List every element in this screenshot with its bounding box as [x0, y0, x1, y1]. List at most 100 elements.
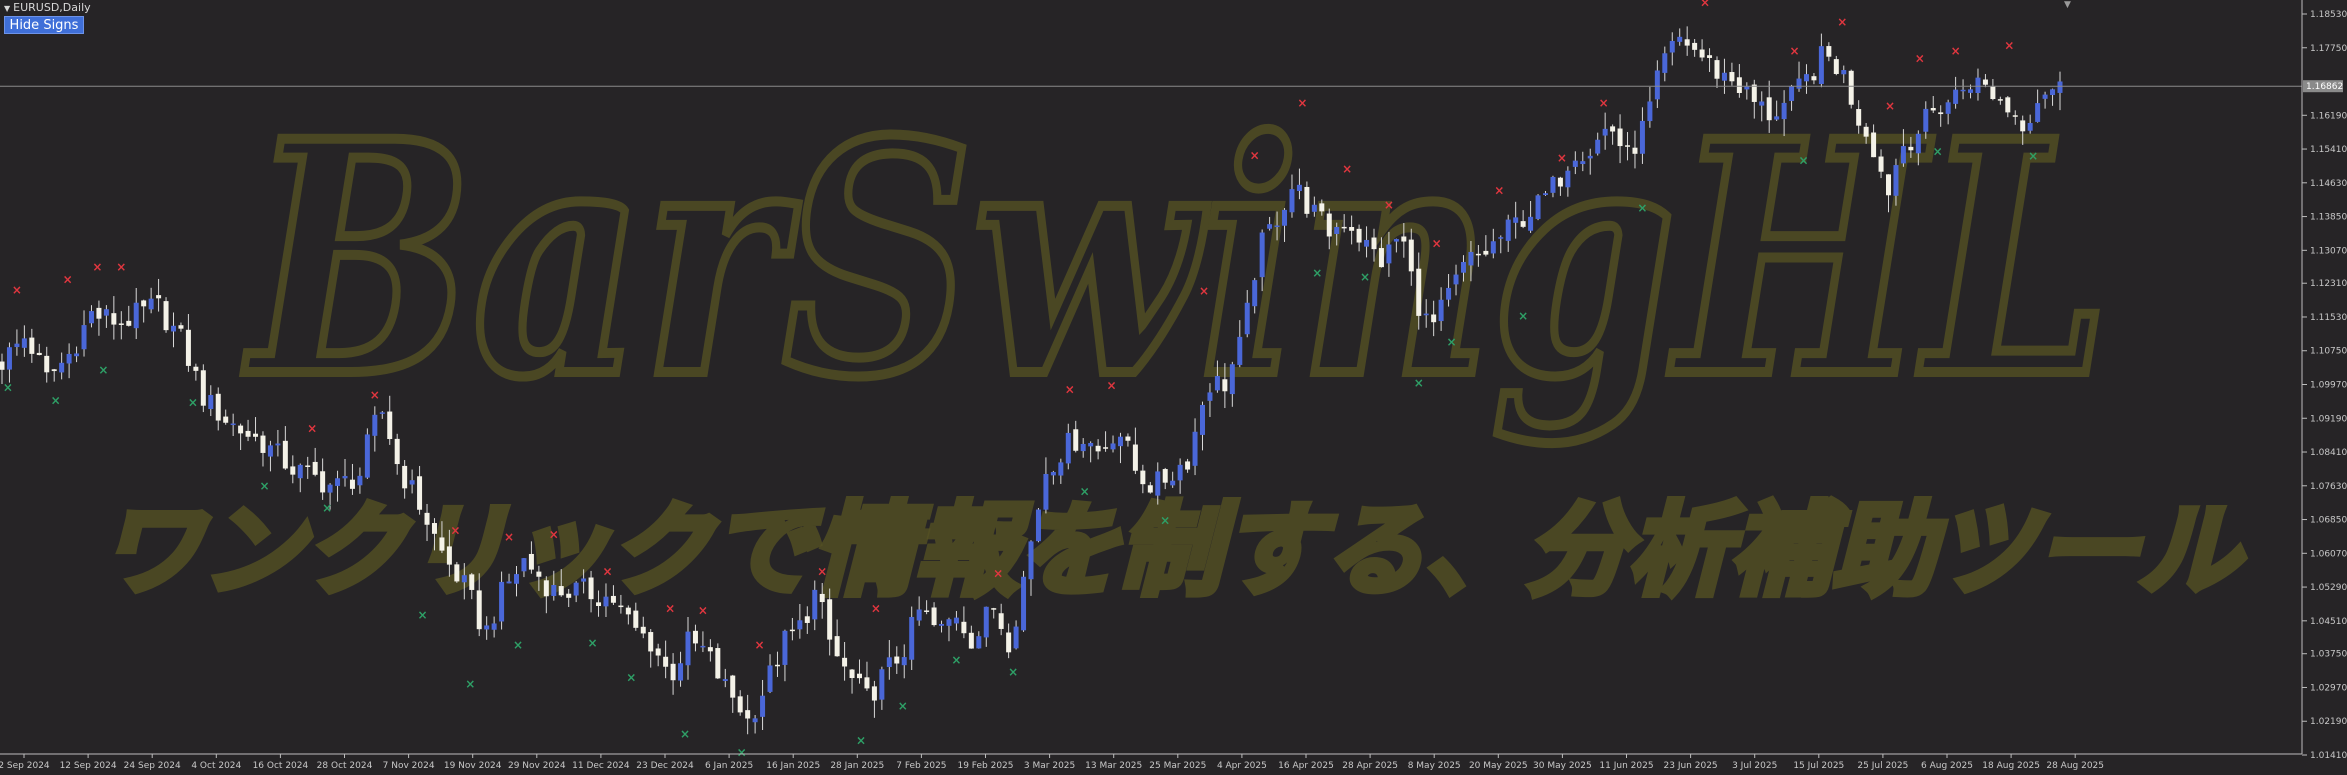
bull-candle [1923, 108, 1929, 132]
bull-candle [1662, 53, 1668, 73]
bear-candle [387, 411, 393, 440]
bear-candle [1222, 379, 1228, 392]
bull-candle [1446, 287, 1452, 300]
bear-candle [1714, 60, 1720, 79]
bear-candle [193, 366, 199, 371]
swing-low-mark: × [588, 636, 598, 650]
bull-candle [506, 581, 512, 584]
y-tick-label: 1.18530 [2310, 10, 2347, 20]
bear-candle [51, 369, 57, 372]
bear-candle [1073, 429, 1079, 451]
swing-low-mark: × [1360, 270, 1370, 284]
y-tick-label: 1.09970 [2310, 381, 2347, 391]
y-tick-label: 1.06070 [2310, 549, 2347, 559]
bear-candle [1557, 177, 1563, 187]
bull-candle [1282, 209, 1288, 226]
y-tick-label: 1.17750 [2310, 44, 2347, 54]
bull-candle [1453, 274, 1459, 285]
symbol-title: ▼ EURUSD,Daily [4, 1, 91, 14]
bull-candle [1468, 251, 1474, 266]
bull-candle [1244, 302, 1250, 335]
swing-high-mark: × [370, 388, 380, 402]
y-tick-label: 1.08410 [2310, 448, 2347, 458]
bull-candle [1252, 280, 1258, 307]
swing-high-mark: × [63, 272, 73, 286]
bull-candle [1170, 480, 1176, 486]
bull-candle [551, 585, 557, 596]
bear-candle [633, 610, 639, 628]
bull-candle [297, 464, 303, 479]
swing-high-mark: × [1432, 236, 1442, 250]
bear-candle [111, 313, 117, 325]
bear-candle [1908, 146, 1914, 151]
bear-candle [834, 636, 840, 657]
bear-candle [819, 593, 825, 603]
bear-candle [789, 629, 795, 632]
bear-candle [0, 361, 5, 370]
bear-candle [36, 352, 42, 356]
bear-candle [1766, 97, 1772, 121]
bear-candle [1304, 186, 1310, 214]
bull-candle [1960, 89, 1966, 92]
bull-candle [700, 645, 706, 648]
y-tick-label: 1.02190 [2310, 717, 2347, 727]
swing-low-mark: × [513, 638, 523, 652]
bull-candle [1050, 472, 1056, 476]
bear-candle [618, 605, 624, 608]
swing-high-mark: × [1250, 149, 1260, 163]
bear-candle [454, 564, 460, 582]
bull-candle [14, 343, 20, 348]
bear-candle [185, 329, 191, 366]
bull-candle [372, 414, 378, 436]
bull-candle [357, 475, 363, 486]
bear-candle [238, 425, 244, 434]
x-tick-label: 6 Aug 2025 [1921, 761, 1973, 771]
bear-candle [931, 607, 937, 626]
bull-candle [1035, 509, 1041, 542]
bull-candle [1744, 86, 1750, 90]
swing-low-mark: × [1312, 266, 1322, 280]
swing-high-mark: × [817, 564, 827, 578]
bear-candle [1341, 226, 1347, 229]
bear-candle [200, 370, 206, 406]
x-tick-label: 28 Apr 2025 [1342, 761, 1398, 771]
bull-candle [1580, 161, 1586, 165]
bear-candle [968, 632, 974, 649]
bear-candle [1185, 461, 1191, 470]
swing-high-mark: × [602, 564, 612, 578]
y-tick-label: 1.13070 [2310, 246, 2347, 256]
x-tick-label: 3 Jul 2025 [1732, 761, 1777, 771]
bear-candle [961, 621, 967, 634]
swing-low-mark: × [51, 394, 61, 408]
bear-candle [1863, 126, 1869, 137]
bear-candle [1751, 84, 1757, 102]
swing-low-mark: × [1518, 309, 1528, 323]
bear-candle [141, 300, 147, 307]
bull-candle [1013, 626, 1019, 649]
bull-candle [335, 478, 341, 486]
bear-candle [596, 602, 602, 607]
bull-candle [1789, 86, 1795, 101]
chevron-down-icon[interactable]: ▼ [2064, 0, 2071, 10]
bull-candle [1080, 443, 1086, 452]
y-tick-label: 1.04510 [2310, 617, 2347, 627]
bull-candle [1364, 239, 1370, 247]
bull-candle [1259, 232, 1265, 278]
x-tick-label: 28 Aug 2025 [2046, 761, 2104, 771]
watermark: BarSwingHL ワンクリックで情報を制する、分析補助ツール [97, 68, 2248, 613]
bull-candle [1803, 74, 1809, 82]
bear-candle [730, 675, 736, 698]
bull-candle [1058, 462, 1064, 476]
bull-candle [1065, 432, 1071, 464]
triangle-down-icon[interactable]: ▼ [4, 4, 10, 13]
bear-candle [1349, 227, 1355, 231]
x-tick-label: 23 Jun 2025 [1664, 761, 1718, 771]
bull-candle [983, 606, 989, 638]
x-tick-label: 7 Feb 2025 [896, 761, 946, 771]
bull-candle [2050, 89, 2056, 96]
bear-candle [998, 613, 1004, 629]
bull-candle [1721, 72, 1727, 81]
bear-candle [1848, 70, 1854, 105]
hide-signs-button[interactable]: Hide Signs [4, 16, 84, 34]
price-chart[interactable]: BarSwingHL ワンクリックで情報を制する、分析補助ツール × × × × × × ×… [0, 0, 2347, 775]
